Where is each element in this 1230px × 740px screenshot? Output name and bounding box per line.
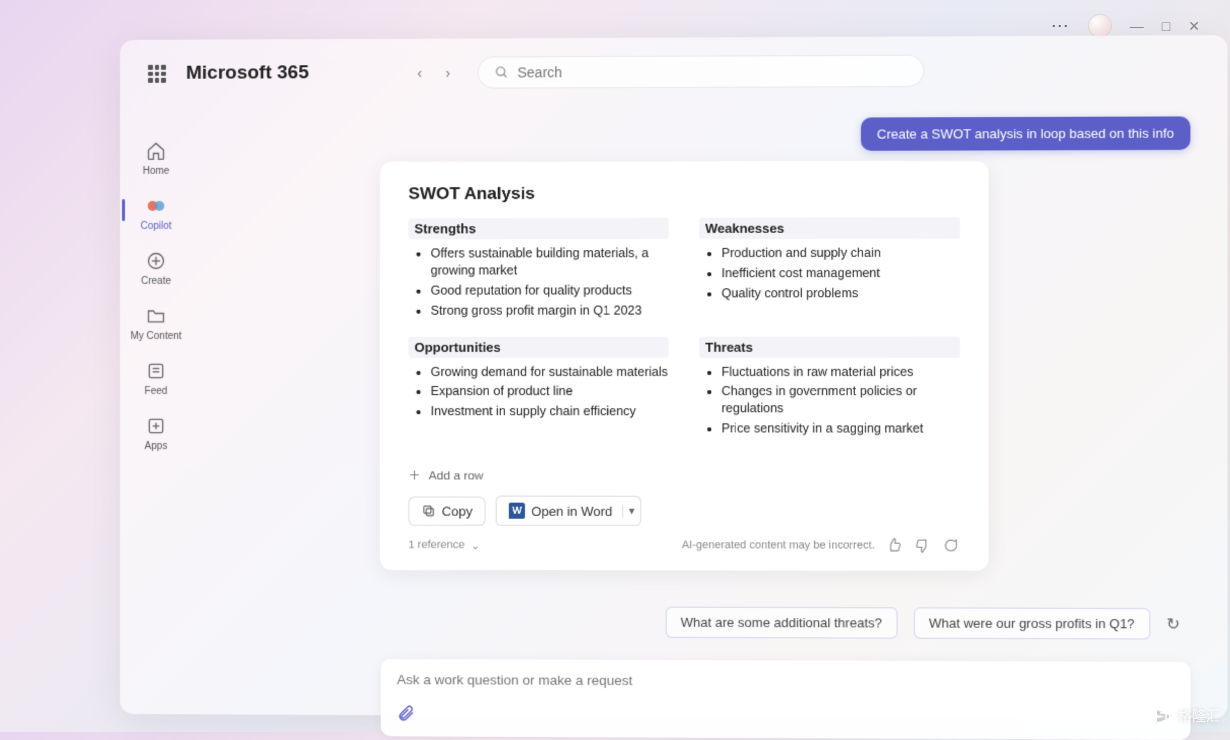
composer-input[interactable] — [397, 672, 1174, 690]
create-icon — [145, 250, 167, 272]
rail-item-create[interactable]: Create — [141, 250, 171, 287]
references-toggle[interactable]: 1 reference ⌄ — [408, 539, 480, 552]
home-icon — [145, 140, 167, 162]
comment-icon[interactable] — [942, 536, 960, 554]
threats-heading: Threats — [699, 336, 960, 357]
open-word-label: Open in Word — [531, 503, 612, 518]
strengths-item: Strong gross profit margin in Q1 2023 — [431, 302, 669, 319]
copy-icon — [422, 504, 436, 518]
rail-item-copilot[interactable]: Copilot — [140, 195, 171, 232]
overflow-menu-icon[interactable]: ⋯ — [1051, 16, 1070, 37]
copilot-icon — [145, 195, 167, 217]
thumbs-down-icon[interactable] — [913, 536, 931, 554]
nav-back-icon[interactable]: ‹ — [409, 63, 429, 83]
assistant-card: SWOT Analysis Strengths Offers sustainab… — [380, 161, 989, 571]
threats-item: Changes in government policies or regula… — [721, 383, 960, 417]
rail-label: My Content — [130, 331, 181, 342]
rail-label: Home — [143, 166, 170, 177]
strengths-item: Offers sustainable building materials, a… — [431, 245, 669, 279]
rail-item-mycontent[interactable]: My Content — [130, 305, 181, 342]
plus-icon: ＋ — [408, 467, 420, 484]
rail-label: Apps — [145, 441, 168, 452]
nav-forward-icon[interactable]: › — [438, 63, 458, 83]
rail-item-home[interactable]: Home — [143, 140, 170, 177]
apps-icon — [145, 415, 167, 437]
watermark: 格隆汇 — [1154, 706, 1220, 726]
rail-item-feed[interactable]: Feed — [145, 360, 168, 397]
feed-icon — [145, 360, 167, 382]
search-input[interactable] — [517, 63, 907, 81]
opportunities-item: Expansion of product line — [431, 383, 669, 400]
window-close-icon[interactable]: ✕ — [1188, 18, 1200, 35]
threats-item: Fluctuations in raw material prices — [721, 363, 960, 380]
rail-item-apps[interactable]: Apps — [145, 415, 168, 452]
rail-label: Feed — [145, 386, 168, 397]
user-message-bubble: Create a SWOT analysis in loop based on … — [861, 116, 1191, 150]
folder-icon — [145, 305, 167, 327]
avatar[interactable] — [1088, 14, 1112, 38]
rail-label: Create — [141, 276, 171, 287]
brand-title: Microsoft 365 — [186, 62, 309, 85]
add-row-label: Add a row — [429, 468, 484, 482]
app-window: Microsoft 365 ‹ › Home Copilot Create My… — [120, 35, 1227, 719]
disclaimer-text: AI-generated content may be incorrect. — [682, 539, 875, 551]
card-title: SWOT Analysis — [408, 183, 960, 204]
rail-label: Copilot — [140, 221, 171, 232]
app-launcher-icon[interactable] — [148, 65, 166, 83]
add-row-button[interactable]: ＋ Add a row — [408, 467, 960, 484]
strengths-heading: Strengths — [408, 218, 668, 239]
chevron-down-icon[interactable]: ▾ — [622, 504, 635, 517]
reference-label: 1 reference — [408, 539, 464, 551]
search-box[interactable] — [478, 55, 925, 89]
copy-button[interactable]: Copy — [408, 496, 485, 525]
window-restore-icon[interactable]: □ — [1162, 18, 1170, 34]
composer[interactable] — [381, 659, 1191, 740]
word-icon: W — [509, 503, 525, 519]
refresh-icon[interactable]: ↻ — [1166, 614, 1180, 634]
copy-label: Copy — [442, 503, 473, 518]
weaknesses-item: Inefficient cost management — [721, 265, 960, 282]
opportunities-item: Investment in supply chain efficiency — [431, 403, 669, 420]
open-in-word-button[interactable]: W Open in Word ▾ — [496, 496, 642, 526]
threats-item: Price sensitivity in a sagging market — [721, 420, 960, 437]
weaknesses-heading: Weaknesses — [699, 218, 960, 239]
attach-icon[interactable] — [397, 704, 415, 727]
weaknesses-item: Quality control problems — [721, 285, 960, 302]
chevron-down-icon: ⌄ — [471, 539, 480, 552]
weaknesses-item: Production and supply chain — [721, 245, 960, 262]
window-minimize-icon[interactable]: — — [1130, 18, 1144, 34]
suggestion-chip[interactable]: What were our gross profits in Q1? — [914, 607, 1150, 639]
strengths-item: Good reputation for quality products — [431, 282, 669, 299]
thumbs-up-icon[interactable] — [885, 536, 903, 554]
opportunities-item: Growing demand for sustainable materials — [431, 363, 669, 380]
opportunities-heading: Opportunities — [408, 336, 668, 357]
suggestion-chip[interactable]: What are some additional threats? — [665, 607, 897, 639]
search-icon — [495, 65, 509, 79]
